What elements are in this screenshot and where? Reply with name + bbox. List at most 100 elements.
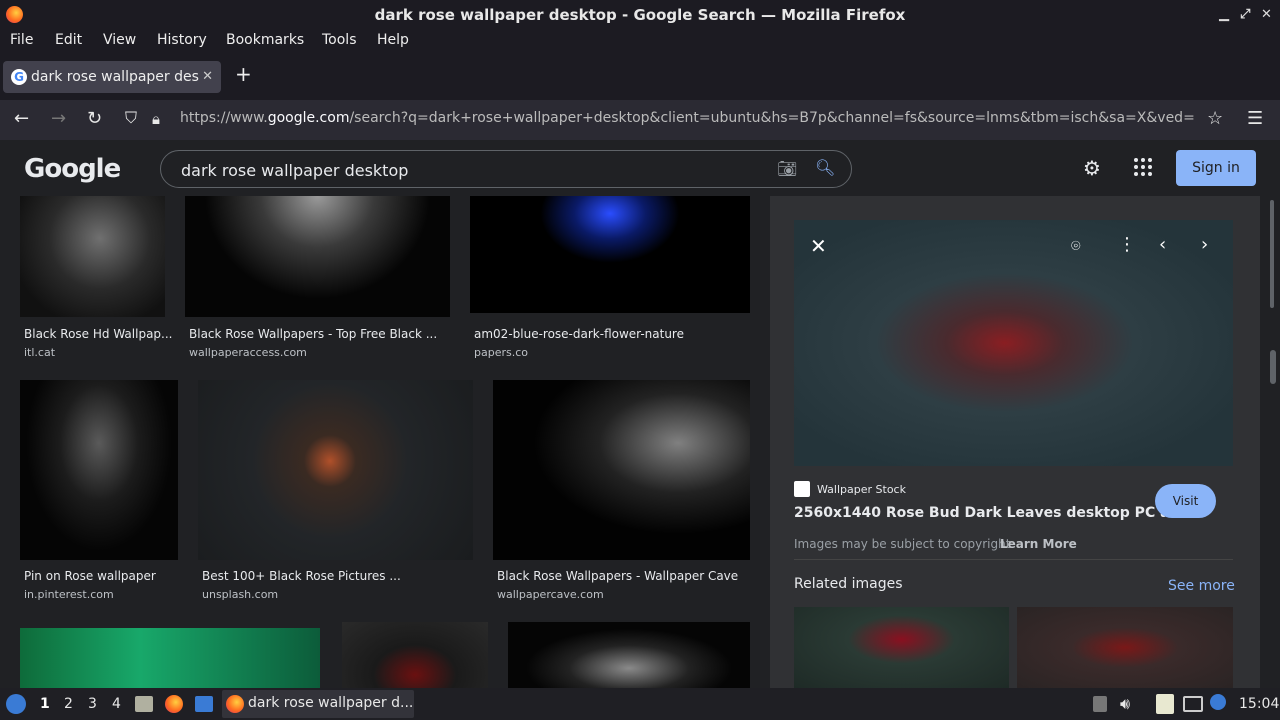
- terminal-icon[interactable]: [195, 696, 213, 712]
- minimize-icon[interactable]: ▁: [1219, 0, 1229, 30]
- back-icon[interactable]: ←: [14, 108, 29, 129]
- update-notification-icon[interactable]: [1210, 694, 1226, 710]
- firefox-icon: [226, 695, 244, 713]
- result-caption-2[interactable]: Black Rose Wallpapers - Top Free Black .…: [189, 327, 437, 341]
- page-scrollbar-thumb[interactable]: [1270, 350, 1276, 384]
- menu-history[interactable]: History: [157, 32, 207, 48]
- workspace-1[interactable]: 1: [40, 696, 50, 712]
- window-titlebar: dark rose wallpaper desktop - Google Sea…: [0, 0, 1280, 30]
- url-path: /search?q=dark+rose+wallpaper+desktop&cl…: [349, 110, 1195, 126]
- result-source-6: wallpapercave.com: [497, 588, 604, 601]
- close-icon[interactable]: ✕: [1261, 0, 1272, 30]
- gear-icon[interactable]: ⚙: [1083, 156, 1101, 180]
- result-image-9[interactable]: [508, 622, 750, 688]
- camera-icon[interactable]: 📷︎: [777, 159, 797, 178]
- sign-in-button[interactable]: Sign in: [1176, 150, 1256, 186]
- search-input[interactable]: dark rose wallpaper desktop: [181, 161, 408, 180]
- tab-google-search[interactable]: G dark rose wallpaper desktop ✕: [3, 61, 221, 93]
- new-tab-button[interactable]: +: [235, 62, 252, 86]
- result-source-4: in.pinterest.com: [24, 588, 114, 601]
- clock: 15:04: [1239, 696, 1280, 712]
- result-caption-4[interactable]: Pin on Rose wallpaper: [24, 569, 156, 583]
- workspace-2[interactable]: 2: [64, 696, 73, 712]
- file-manager-icon[interactable]: [135, 696, 153, 712]
- search-icon[interactable]: 🔍︎: [815, 158, 835, 177]
- panel-scrollbar[interactable]: [1262, 196, 1280, 688]
- apps-grid-icon[interactable]: [1134, 158, 1154, 178]
- chevron-right-icon[interactable]: ›: [1201, 234, 1208, 255]
- lens-icon[interactable]: ⌾: [1071, 236, 1081, 256]
- preview-image[interactable]: [794, 220, 1233, 466]
- start-menu-icon[interactable]: [6, 694, 26, 714]
- result-image-5[interactable]: [198, 380, 473, 560]
- menu-file[interactable]: File: [10, 32, 33, 48]
- google-favicon-icon: G: [11, 69, 27, 85]
- navigation-bar: ← → ↻ ⛉ 🔒︎ https://www.google.com/search…: [0, 100, 1280, 140]
- menu-help[interactable]: Help: [377, 32, 409, 48]
- hamburger-menu-icon[interactable]: ☰: [1247, 108, 1263, 129]
- workspace-4[interactable]: 4: [112, 696, 121, 712]
- chevron-left-icon[interactable]: ‹: [1159, 234, 1166, 255]
- visit-button[interactable]: Visit: [1155, 484, 1216, 518]
- eject-icon[interactable]: [1093, 696, 1107, 712]
- firefox-icon: [6, 6, 23, 23]
- window-title: dark rose wallpaper desktop - Google Sea…: [374, 6, 906, 24]
- learn-more-link[interactable]: Learn More: [1000, 537, 1077, 551]
- see-more-link[interactable]: See more: [1168, 578, 1235, 594]
- result-caption-5[interactable]: Best 100+ Black Rose Pictures ...: [202, 569, 401, 583]
- shield-icon[interactable]: ⛉: [125, 108, 137, 128]
- close-icon[interactable]: ✕: [810, 234, 827, 258]
- result-caption-3[interactable]: am02-blue-rose-dark-flower-nature: [474, 327, 684, 341]
- menu-edit[interactable]: Edit: [55, 32, 82, 48]
- url-domain: google.com: [267, 110, 350, 126]
- google-logo[interactable]: Google: [24, 154, 121, 184]
- volume-icon[interactable]: 🔊︎: [1120, 694, 1130, 714]
- result-image-2[interactable]: [185, 196, 450, 317]
- page-content: Google dark rose wallpaper desktop 📷︎ 🔍︎…: [0, 140, 1280, 688]
- reload-icon[interactable]: ↻: [87, 108, 102, 129]
- result-source-2: wallpaperaccess.com: [189, 346, 307, 359]
- site-favicon-icon: [794, 481, 810, 497]
- search-box[interactable]: dark rose wallpaper desktop 📷︎ 🔍︎: [160, 150, 852, 188]
- more-vert-icon[interactable]: ⋮: [1118, 234, 1136, 255]
- copyright-notice: Images may be subject to copyright.: [794, 537, 1015, 551]
- taskbar-window-firefox[interactable]: dark rose wallpaper d...: [222, 690, 414, 718]
- menu-bar: File Edit View History Bookmarks Tools H…: [0, 30, 1280, 54]
- tab-bar: G dark rose wallpaper desktop ✕: [0, 54, 1280, 100]
- result-image-8[interactable]: [342, 622, 488, 688]
- lock-icon[interactable]: 🔒︎: [152, 110, 160, 128]
- result-image-1[interactable]: [20, 196, 165, 317]
- tab-title: dark rose wallpaper desktop: [31, 69, 199, 85]
- result-caption-6[interactable]: Black Rose Wallpapers - Wallpaper Cave: [497, 569, 738, 583]
- related-image-2[interactable]: [1017, 607, 1233, 688]
- firefox-launcher-icon[interactable]: [165, 695, 183, 713]
- taskbar-window-title: dark rose wallpaper d...: [248, 695, 414, 711]
- url-bar[interactable]: https://www.google.com/search?q=dark+ros…: [180, 110, 1195, 126]
- result-caption-1[interactable]: Black Rose Hd Wallpap...: [24, 327, 172, 341]
- preview-title[interactable]: 2560x1440 Rose Bud Dark Leaves desktop P…: [794, 505, 1205, 521]
- related-images-heading: Related images: [794, 576, 903, 592]
- result-source-1: itl.cat: [24, 346, 56, 359]
- menu-view[interactable]: View: [103, 32, 136, 48]
- url-prefix: https://www.: [180, 110, 268, 126]
- menu-bookmarks[interactable]: Bookmarks: [226, 32, 304, 48]
- workspace-3[interactable]: 3: [88, 696, 97, 712]
- divider: [794, 559, 1233, 560]
- panel-scrollbar-thumb[interactable]: [1270, 200, 1274, 308]
- result-source-5: unsplash.com: [202, 588, 279, 601]
- result-image-4[interactable]: [20, 380, 178, 560]
- google-header: Google dark rose wallpaper desktop 📷︎ 🔍︎…: [0, 140, 1280, 196]
- taskbar: 1 2 3 4 dark rose wallpaper d... 🔊︎ 15:0…: [0, 688, 1280, 720]
- result-image-6[interactable]: [493, 380, 750, 560]
- result-image-3[interactable]: [470, 196, 750, 313]
- bookmark-star-icon[interactable]: ☆: [1207, 108, 1223, 129]
- related-image-1[interactable]: [794, 607, 1009, 688]
- maximize-icon[interactable]: ⤢: [1240, 0, 1250, 30]
- clipboard-icon[interactable]: [1156, 694, 1174, 714]
- result-image-7[interactable]: [20, 628, 320, 688]
- forward-icon[interactable]: →: [51, 108, 66, 129]
- preview-site-name[interactable]: Wallpaper Stock: [817, 483, 906, 496]
- tab-close-icon[interactable]: ✕: [202, 61, 213, 93]
- network-icon[interactable]: [1183, 696, 1203, 712]
- menu-tools[interactable]: Tools: [322, 32, 357, 48]
